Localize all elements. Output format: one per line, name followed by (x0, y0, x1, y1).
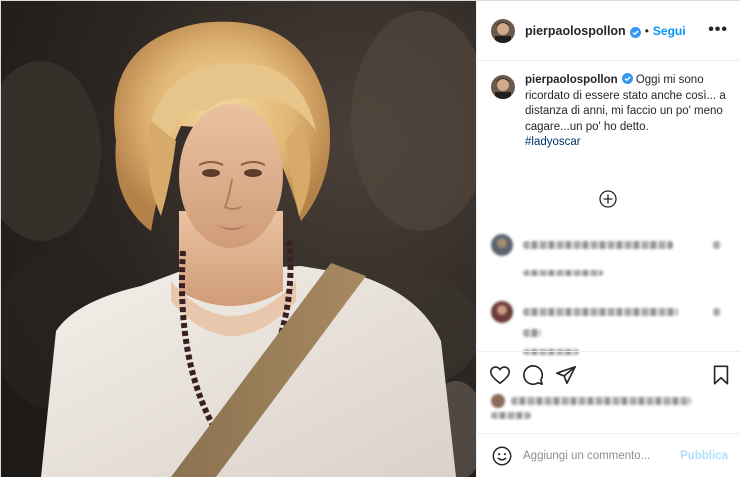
add-comment-bar: Pubblica (477, 433, 740, 477)
comment-item (491, 301, 731, 355)
blurred-comment-text (523, 308, 678, 316)
avatar[interactable] (491, 18, 515, 43)
blurred-comment-meta (523, 270, 603, 276)
verified-badge-icon (621, 73, 633, 84)
comment-like-icon[interactable] (713, 308, 721, 316)
more-options-icon[interactable]: ••• (708, 22, 728, 38)
post-date (491, 412, 531, 419)
paper-plane-icon[interactable] (555, 364, 577, 386)
follow-button[interactable]: Segui (653, 24, 686, 38)
post-side-panel: pierpaolospollon • Segui ••• pierpaolosp… (476, 1, 740, 477)
post-header: pierpaolospollon • Segui ••• (477, 1, 740, 61)
hashtag-link[interactable]: #ladyoscar (525, 136, 581, 148)
blurred-comment-text (523, 329, 541, 337)
comment-item (491, 234, 731, 276)
avatar (491, 301, 513, 323)
verified-badge-icon (629, 25, 641, 38)
blurred-likes-text (511, 397, 691, 405)
heart-icon[interactable] (489, 364, 511, 386)
bookmark-icon[interactable] (710, 364, 732, 386)
post-modal: pierpaolospollon • Segui ••• pierpaolosp… (0, 0, 740, 477)
username-link[interactable]: pierpaolospollon (525, 24, 626, 38)
caption-username[interactable]: pierpaolospollon (525, 74, 618, 86)
caption-avatar[interactable] (491, 75, 515, 99)
avatar (491, 234, 513, 256)
comment-input[interactable] (523, 449, 681, 462)
post-actions (477, 351, 740, 441)
separator-dot: • (644, 23, 649, 38)
plus-circle-icon[interactable] (598, 189, 618, 209)
portrait-image (1, 1, 476, 477)
likes-count[interactable] (491, 394, 691, 408)
post-caption: pierpaolospollon Oggi mi sono ricordato … (491, 73, 731, 151)
avatar (491, 394, 505, 408)
avatar-image (491, 75, 515, 99)
comment-like-icon[interactable] (713, 241, 721, 249)
publish-button[interactable]: Pubblica (680, 450, 728, 462)
blurred-date-text (491, 412, 531, 419)
caption-text: pierpaolospollon Oggi mi sono ricordato … (525, 73, 731, 151)
comment-bubble-icon[interactable] (522, 364, 544, 386)
avatar-image (491, 18, 515, 43)
blurred-comment-text (523, 241, 673, 249)
post-photo[interactable] (1, 1, 476, 477)
smiley-icon[interactable] (491, 445, 513, 467)
